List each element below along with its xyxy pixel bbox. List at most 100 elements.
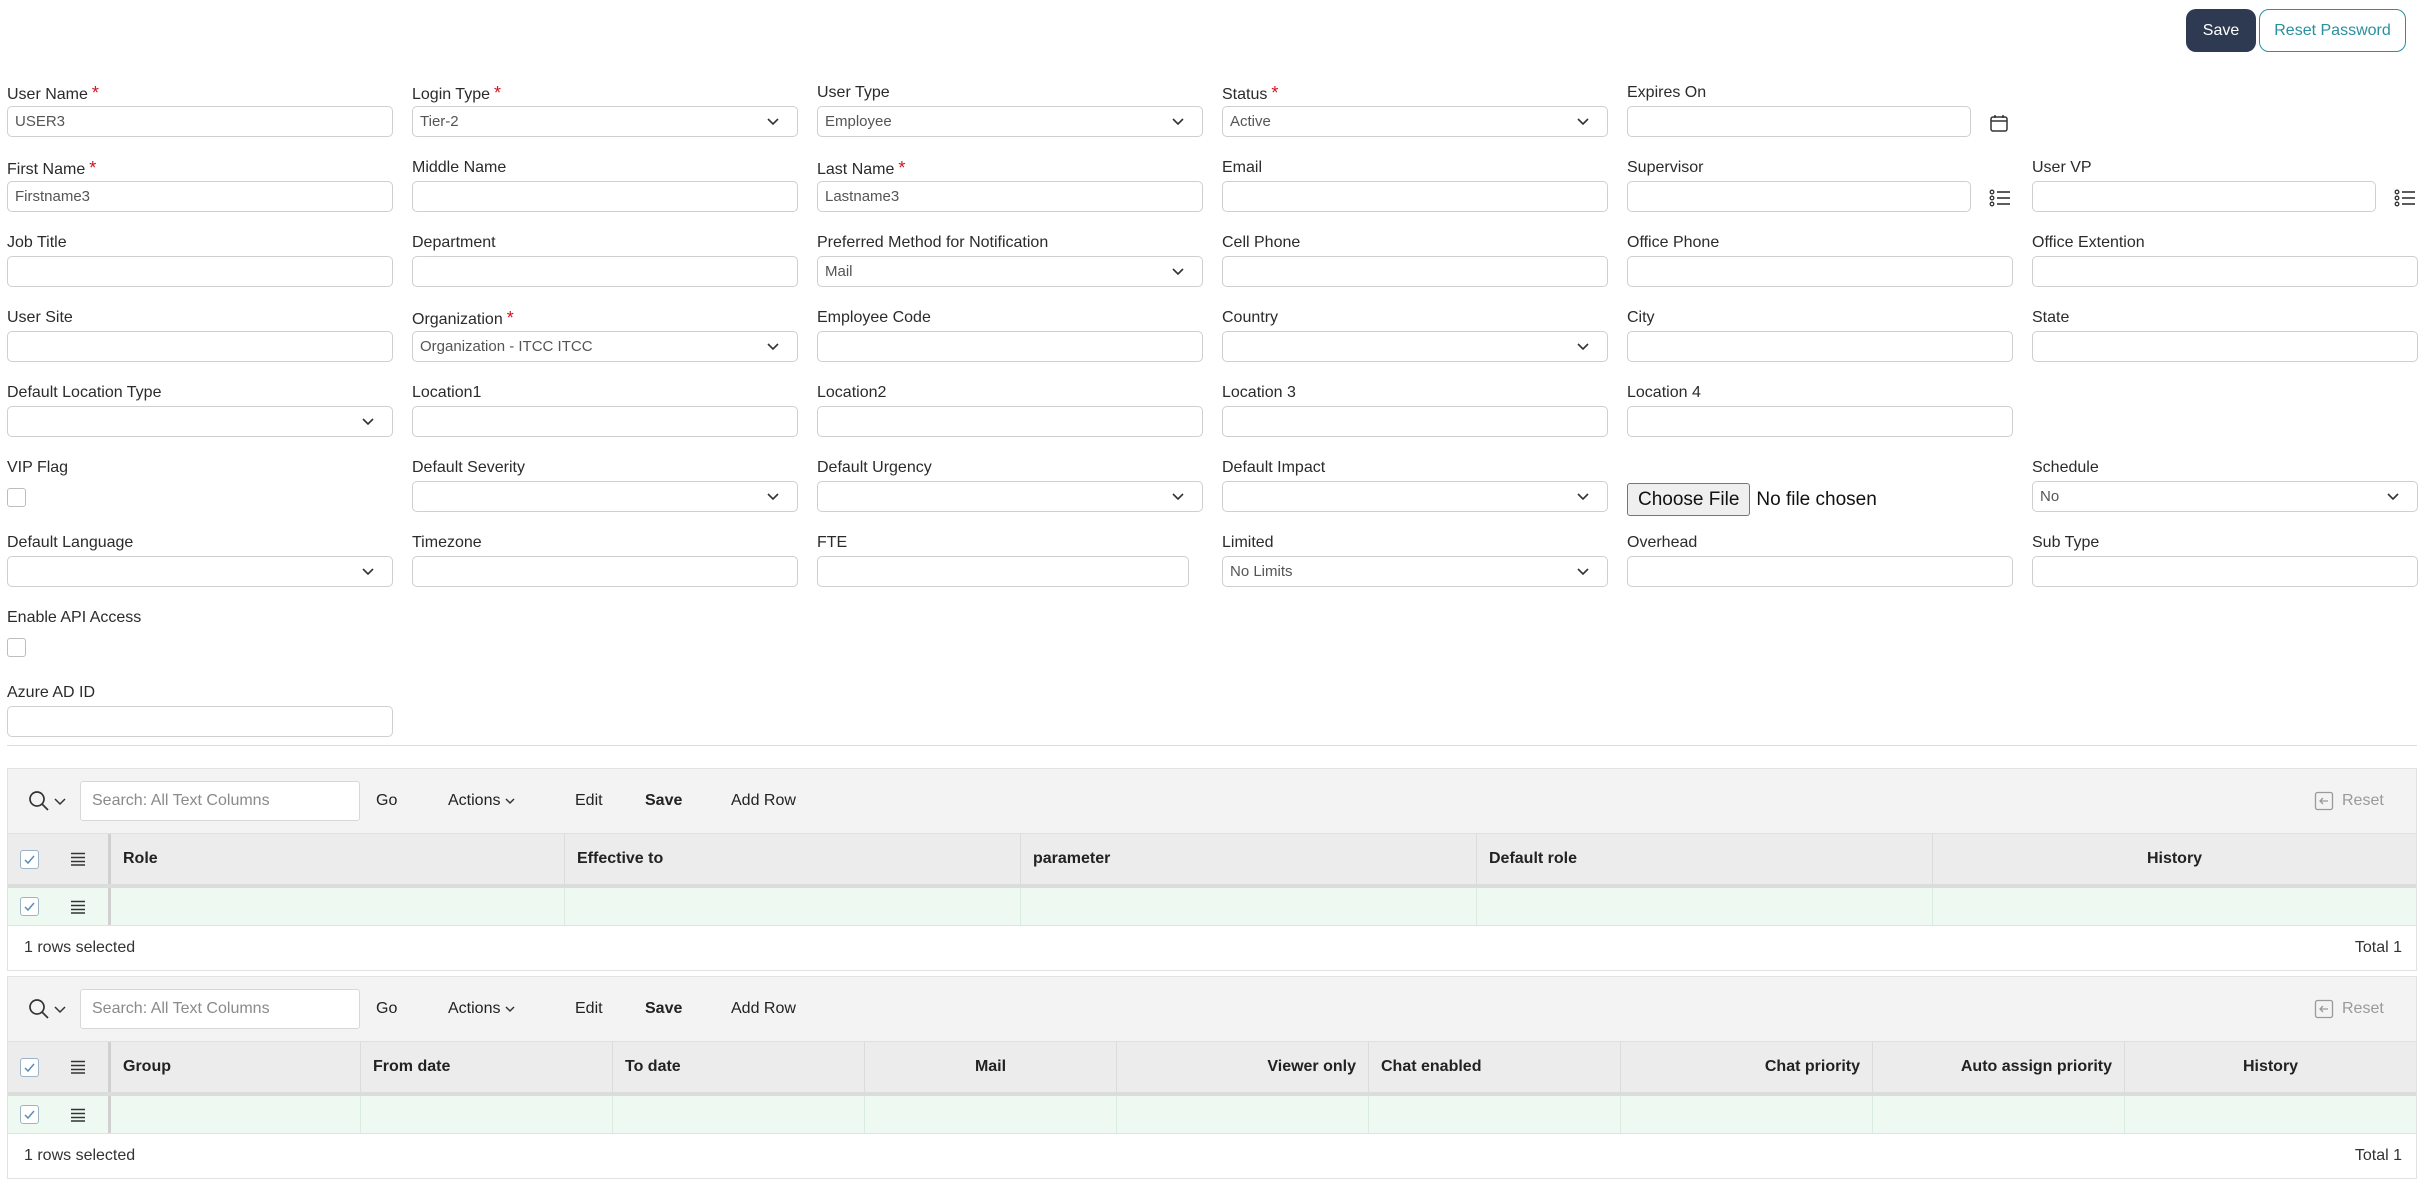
actions-menu-button[interactable]: Actions xyxy=(448,769,516,833)
table-cell[interactable] xyxy=(864,1096,1116,1133)
list-picker-icon[interactable] xyxy=(2394,188,2416,208)
table-cell[interactable] xyxy=(1116,1096,1368,1133)
row-checkbox[interactable] xyxy=(20,888,39,925)
user-type-select[interactable]: Employee xyxy=(817,106,1203,137)
table-cell[interactable] xyxy=(1020,888,1476,925)
status-select[interactable]: Active xyxy=(1222,106,1608,137)
table-cell[interactable] xyxy=(1872,1096,2124,1133)
list-picker-icon[interactable] xyxy=(1989,188,2011,208)
state-input[interactable] xyxy=(2032,331,2418,362)
edit-button[interactable]: Edit xyxy=(575,769,603,833)
column-header-chat-enabled[interactable]: Chat enabled xyxy=(1368,1042,1620,1092)
expires-on-input[interactable] xyxy=(1627,106,1971,137)
job-title-input[interactable] xyxy=(7,256,393,287)
row-menu-icon[interactable] xyxy=(70,1042,86,1092)
table-cell[interactable] xyxy=(108,888,564,925)
user-site-input[interactable] xyxy=(7,331,393,362)
table-cell[interactable] xyxy=(564,888,1020,925)
timezone-input[interactable] xyxy=(412,556,798,587)
department-input[interactable] xyxy=(412,256,798,287)
go-button[interactable]: Go xyxy=(376,769,397,833)
table-cell[interactable] xyxy=(360,1096,612,1133)
table-cell[interactable] xyxy=(612,1096,864,1133)
location4-input[interactable] xyxy=(1627,406,2013,437)
add-row-button[interactable]: Add Row xyxy=(731,769,796,833)
save-button[interactable]: Save xyxy=(2186,9,2256,52)
grid-save-button[interactable]: Save xyxy=(645,977,682,1041)
row-menu-icon[interactable] xyxy=(70,834,86,884)
enable-api-access-checkbox[interactable] xyxy=(7,638,26,657)
organization-select[interactable]: Organization - ITCC ITCC xyxy=(412,331,798,362)
table-cell[interactable] xyxy=(1476,888,1932,925)
search-column-menu[interactable] xyxy=(27,769,67,833)
column-header-parameter[interactable]: parameter xyxy=(1020,834,1476,884)
actions-menu-button[interactable]: Actions xyxy=(448,977,516,1041)
location1-input[interactable] xyxy=(412,406,798,437)
column-header-role[interactable]: Role xyxy=(108,834,564,884)
reset-password-button[interactable]: Reset Password xyxy=(2259,9,2406,52)
table-cell[interactable] xyxy=(1368,1096,1620,1133)
table-cell[interactable] xyxy=(1932,888,2416,925)
user-vp-input[interactable] xyxy=(2032,181,2376,212)
overhead-input[interactable] xyxy=(1627,556,2013,587)
table-row[interactable] xyxy=(8,1096,2416,1133)
calendar-icon[interactable] xyxy=(1989,113,2009,133)
column-header-group[interactable]: Group xyxy=(108,1042,360,1092)
office-extension-input[interactable] xyxy=(2032,256,2418,287)
default-location-type-select[interactable] xyxy=(7,406,393,437)
vip-flag-checkbox[interactable] xyxy=(7,488,26,507)
login-type-select[interactable]: Tier-2 xyxy=(412,106,798,137)
column-header-history[interactable]: History xyxy=(1932,834,2416,884)
choose-file-button[interactable]: Choose File xyxy=(1627,483,1751,516)
column-header-to-date[interactable]: To date xyxy=(612,1042,864,1092)
default-language-select[interactable] xyxy=(7,556,393,587)
location3-input[interactable] xyxy=(1222,406,1608,437)
preferred-notification-select[interactable]: Mail xyxy=(817,256,1203,287)
column-header-viewer-only[interactable]: Viewer only xyxy=(1116,1042,1368,1092)
office-phone-input[interactable] xyxy=(1627,256,2013,287)
cell-phone-input[interactable] xyxy=(1222,256,1608,287)
default-urgency-select[interactable] xyxy=(817,481,1203,512)
fte-input[interactable] xyxy=(817,556,1189,587)
default-severity-select[interactable] xyxy=(412,481,798,512)
table-cell[interactable] xyxy=(2124,1096,2416,1133)
go-button[interactable]: Go xyxy=(376,977,397,1041)
employee-code-input[interactable] xyxy=(817,331,1203,362)
row-menu-icon[interactable] xyxy=(70,888,86,925)
middle-name-input[interactable] xyxy=(412,181,798,212)
table-cell[interactable] xyxy=(1620,1096,1872,1133)
search-input[interactable]: Search: All Text Columns xyxy=(80,781,360,821)
search-column-menu[interactable] xyxy=(27,977,67,1041)
country-select[interactable] xyxy=(1222,331,1608,362)
column-header-auto-assign-priority[interactable]: Auto assign priority xyxy=(1872,1042,2124,1092)
city-input[interactable] xyxy=(1627,331,2013,362)
row-checkbox[interactable] xyxy=(20,1096,39,1133)
reset-button[interactable]: Reset xyxy=(2314,769,2384,833)
search-input[interactable]: Search: All Text Columns xyxy=(80,989,360,1029)
add-row-button[interactable]: Add Row xyxy=(731,977,796,1041)
column-header-history[interactable]: History xyxy=(2124,1042,2416,1092)
column-header-from-date[interactable]: From date xyxy=(360,1042,612,1092)
row-menu-icon[interactable] xyxy=(70,1096,86,1133)
reset-button[interactable]: Reset xyxy=(2314,977,2384,1041)
select-all-checkbox[interactable] xyxy=(20,1042,39,1092)
user-name-input[interactable]: USER3 xyxy=(7,106,393,137)
column-header-mail[interactable]: Mail xyxy=(864,1042,1116,1092)
column-header-chat-priority[interactable]: Chat priority xyxy=(1620,1042,1872,1092)
column-header-effective-to[interactable]: Effective to xyxy=(564,834,1020,884)
location2-input[interactable] xyxy=(817,406,1203,437)
limited-select[interactable]: No Limits xyxy=(1222,556,1608,587)
supervisor-input[interactable] xyxy=(1627,181,1971,212)
email-input[interactable] xyxy=(1222,181,1608,212)
table-cell[interactable] xyxy=(108,1096,360,1133)
first-name-input[interactable]: Firstname3 xyxy=(7,181,393,212)
azure-ad-id-input[interactable] xyxy=(7,706,393,737)
last-name-input[interactable]: Lastname3 xyxy=(817,181,1203,212)
sub-type-input[interactable] xyxy=(2032,556,2418,587)
default-impact-select[interactable] xyxy=(1222,481,1608,512)
table-row[interactable] xyxy=(8,888,2416,925)
select-all-checkbox[interactable] xyxy=(20,834,39,884)
column-header-default-role[interactable]: Default role xyxy=(1476,834,1932,884)
edit-button[interactable]: Edit xyxy=(575,977,603,1041)
schedule-select[interactable]: No xyxy=(2032,481,2418,512)
